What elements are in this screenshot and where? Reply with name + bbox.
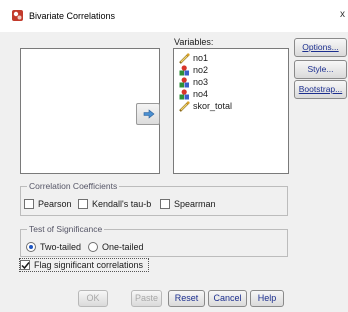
checkbox-box[interactable] (24, 199, 34, 209)
options-button[interactable]: Options... (294, 38, 347, 57)
checkbox-box[interactable] (160, 199, 170, 209)
window-title: Bivariate Correlations (29, 11, 116, 21)
kendall-checkbox[interactable]: Kendall's tau-b (78, 199, 151, 209)
checkbox-box[interactable] (20, 260, 30, 270)
variable-name: no1 (193, 53, 209, 63)
variable-name: no2 (193, 65, 209, 75)
flag-significant-checkbox[interactable]: Flag significant correlations (20, 260, 143, 270)
paste-button[interactable]: Paste (131, 290, 162, 307)
variable-item[interactable]: skor_total (174, 100, 288, 112)
variable-name: no4 (193, 89, 209, 99)
ordinal-icon (179, 64, 189, 75)
variable-name: no3 (193, 77, 209, 87)
radio-button[interactable] (88, 242, 98, 252)
checkbox-label: Kendall's tau-b (92, 199, 152, 209)
group-legend: Test of Significance (27, 224, 105, 234)
arrow-right-icon (143, 109, 155, 119)
pearson-checkbox[interactable]: Pearson (24, 199, 72, 209)
checkbox-label: Pearson (38, 199, 72, 209)
move-variable-button[interactable] (136, 103, 160, 125)
two-tailed-radio[interactable]: Two-tailed (26, 242, 81, 252)
spearman-checkbox[interactable]: Spearman (160, 199, 216, 209)
ok-button[interactable]: OK (78, 290, 108, 307)
scale-icon (179, 100, 190, 112)
one-tailed-radio[interactable]: One-tailed (88, 242, 144, 252)
group-legend: Correlation Coefficients (27, 181, 120, 191)
title-bar: Bivariate Correlations x (0, 0, 348, 32)
variable-item[interactable]: no2 (174, 64, 288, 76)
spss-app-icon (12, 10, 23, 21)
radio-button[interactable] (26, 242, 36, 252)
checkbox-label: Flag significant correlations (34, 260, 144, 270)
checkbox-label: Spearman (174, 199, 216, 209)
selected-variable-list[interactable]: no1 no2 no3 no4 skor_total (173, 48, 289, 174)
variable-name: skor_total (193, 101, 233, 111)
cancel-button[interactable]: Cancel (208, 290, 247, 307)
scale-icon (179, 52, 190, 64)
reset-button[interactable]: Reset (168, 290, 205, 307)
bootstrap-button[interactable]: Bootstrap... (294, 80, 347, 99)
variables-label: Variables: (174, 37, 214, 47)
style-button[interactable]: Style... (294, 60, 347, 79)
variable-item[interactable]: no1 (174, 52, 288, 64)
ordinal-icon (179, 88, 189, 99)
radio-label: One-tailed (102, 242, 144, 252)
variable-item[interactable]: no3 (174, 76, 288, 88)
radio-label: Two-tailed (40, 242, 82, 252)
help-button[interactable]: Help (250, 290, 284, 307)
ordinal-icon (179, 76, 189, 87)
close-icon[interactable]: x (340, 9, 345, 20)
variable-item[interactable]: no4 (174, 88, 288, 100)
checkmark-icon (21, 262, 30, 270)
checkbox-box[interactable] (78, 199, 88, 209)
